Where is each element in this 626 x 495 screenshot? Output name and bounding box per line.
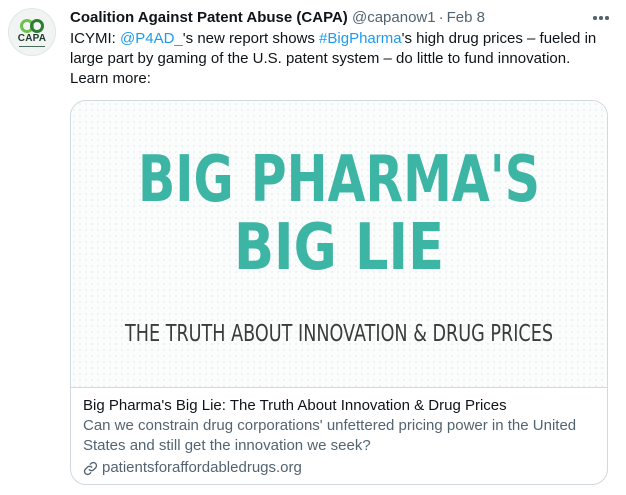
more-horizontal-icon xyxy=(592,16,610,20)
avatar[interactable]: CAPA xyxy=(8,8,56,56)
separator-dot: · xyxy=(438,9,444,26)
card-domain-text: patientsforaffordabledrugs.org xyxy=(102,459,302,476)
hashtag-link[interactable]: #BigPharma xyxy=(319,30,402,47)
card-image: BIG PHARMA'S BIG LIE THE TRUTH ABOUT INN… xyxy=(71,101,607,388)
avatar-underline xyxy=(19,45,45,47)
card-title: Big Pharma's Big Lie: The Truth About In… xyxy=(83,397,507,414)
mention-link[interactable]: @P4AD_ xyxy=(120,30,183,47)
tweet-text-part: 's new report shows xyxy=(182,30,320,47)
image-headline-line2: BIG LIE xyxy=(234,211,444,285)
more-button[interactable] xyxy=(590,8,612,28)
tweet-header: Coalition Against Patent Abuse (CAPA) @c… xyxy=(70,8,612,28)
tweet-prefix: ICYMI: xyxy=(70,30,121,47)
link-icon xyxy=(83,461,98,476)
card-domain: patientsforaffordabledrugs.org xyxy=(83,458,302,478)
author-name[interactable]: Coalition Against Patent Abuse (CAPA) xyxy=(70,9,348,26)
link-card[interactable]: BIG PHARMA'S BIG LIE THE TRUTH ABOUT INN… xyxy=(70,100,608,485)
card-description: Can we constrain drug corporations' unfe… xyxy=(83,417,577,454)
tweet-date[interactable]: Feb 8 xyxy=(447,9,485,26)
avatar-label: CAPA xyxy=(17,32,47,44)
capa-logo-icon xyxy=(18,18,46,34)
image-subhead: THE TRUTH ABOUT INNOVATION & DRUG PRICES xyxy=(124,321,553,347)
image-headline-line1: BIG PHARMA'S xyxy=(138,143,540,217)
tweet-text: ICYMI: @P4AD_'s new report shows #BigPha… xyxy=(70,29,610,89)
author-handle[interactable]: @capanow1 xyxy=(352,9,436,26)
